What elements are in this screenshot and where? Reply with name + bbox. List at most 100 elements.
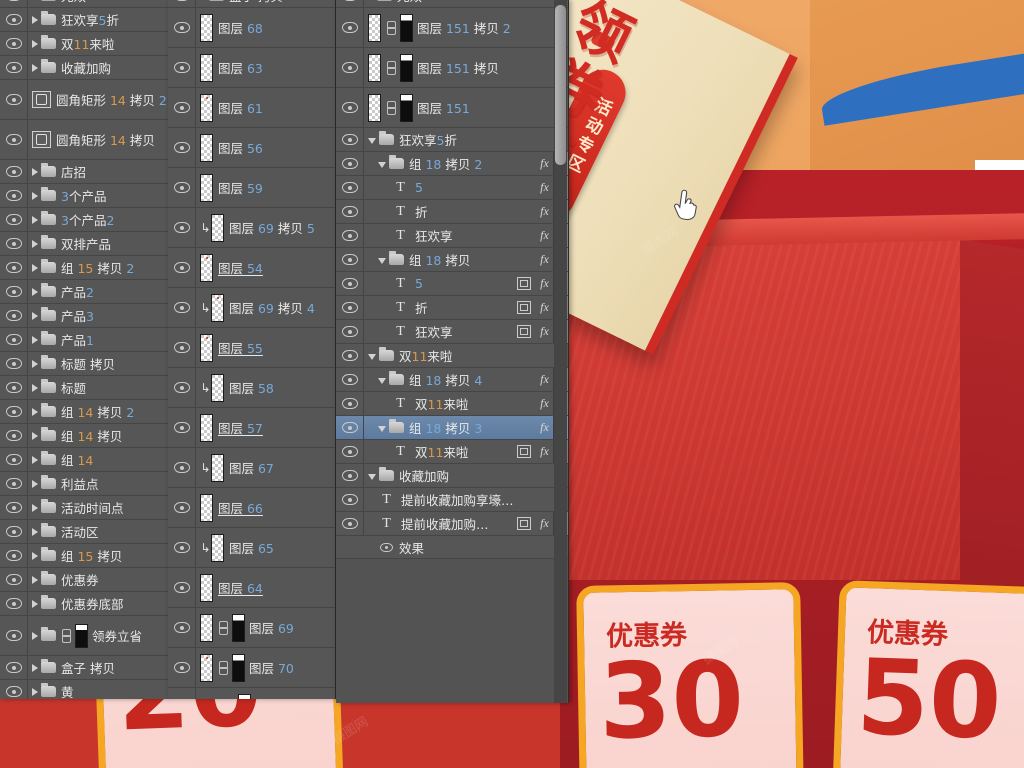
- layer-row[interactable]: 标题: [0, 376, 168, 400]
- visibility-icon[interactable]: [341, 22, 358, 33]
- visibility-icon[interactable]: [5, 502, 22, 513]
- disclosure-triangle-icon[interactable]: [32, 167, 38, 176]
- visibility-toggle[interactable]: [168, 48, 196, 87]
- visibility-icon[interactable]: [173, 662, 190, 673]
- visibility-icon[interactable]: [173, 22, 190, 33]
- visibility-icon[interactable]: [173, 102, 190, 113]
- visibility-toggle[interactable]: [168, 448, 196, 487]
- disclosure-triangle-icon[interactable]: [32, 239, 38, 248]
- layer-effects-area[interactable]: fx: [536, 152, 553, 175]
- layer-row[interactable]: ↳ 图层 65: [168, 528, 335, 568]
- layer-thumbnail[interactable]: [368, 13, 381, 42]
- visibility-toggle[interactable]: [336, 296, 364, 319]
- visibility-icon[interactable]: [5, 262, 22, 273]
- visibility-icon[interactable]: [5, 214, 22, 225]
- disclosure-triangle-icon[interactable]: [32, 503, 38, 512]
- visibility-icon[interactable]: [341, 254, 358, 265]
- visibility-toggle[interactable]: [0, 160, 28, 183]
- visibility-toggle[interactable]: [0, 448, 28, 471]
- layer-thumbnail[interactable]: [200, 613, 213, 642]
- visibility-toggle[interactable]: [0, 520, 28, 543]
- visibility-icon[interactable]: [5, 94, 22, 105]
- visibility-icon[interactable]: [341, 326, 358, 337]
- visibility-toggle[interactable]: [336, 416, 364, 439]
- layer-row[interactable]: 狂欢享5折: [0, 8, 168, 32]
- disclosure-triangle-icon[interactable]: [368, 473, 376, 480]
- disclosure-triangle-icon[interactable]: [32, 359, 38, 368]
- layer-effects-area[interactable]: fx: [517, 272, 553, 295]
- layer-thumbnail[interactable]: [200, 53, 213, 82]
- visibility-toggle[interactable]: [336, 176, 364, 199]
- disclosure-triangle-icon[interactable]: [32, 551, 38, 560]
- visibility-toggle[interactable]: [168, 528, 196, 567]
- visibility-toggle[interactable]: [0, 280, 28, 303]
- visibility-toggle[interactable]: [168, 608, 196, 647]
- layer-row[interactable]: 黄: [0, 680, 168, 699]
- disclosure-triangle-icon[interactable]: [32, 39, 38, 48]
- visibility-icon[interactable]: [173, 222, 190, 233]
- visibility-toggle[interactable]: [168, 488, 196, 527]
- visibility-toggle[interactable]: [168, 328, 196, 367]
- visibility-toggle[interactable]: [168, 408, 196, 447]
- visibility-toggle[interactable]: [0, 328, 28, 351]
- visibility-icon[interactable]: [173, 142, 190, 153]
- layer-thumbnail[interactable]: [211, 453, 224, 482]
- visibility-icon[interactable]: [173, 262, 190, 273]
- layer-row[interactable]: T 提前收藏加购享壕…: [336, 488, 568, 512]
- layer-row[interactable]: 图层 66: [168, 488, 335, 528]
- visibility-toggle[interactable]: [336, 488, 364, 511]
- visibility-icon[interactable]: [173, 382, 190, 393]
- layer-row[interactable]: 组 14 拷贝 2: [0, 400, 168, 424]
- layer-row[interactable]: 优惠券底部: [0, 592, 168, 616]
- layer-row[interactable]: 店招: [0, 160, 168, 184]
- layer-effects-area[interactable]: fx: [536, 176, 553, 199]
- layer-thumbnail[interactable]: [200, 13, 213, 42]
- disclosure-triangle-icon[interactable]: [32, 407, 38, 416]
- layer-row[interactable]: 图层 54: [168, 248, 335, 288]
- visibility-icon[interactable]: [5, 0, 22, 1]
- disclosure-triangle-icon[interactable]: [378, 377, 386, 384]
- layer-row[interactable]: 圆角矩形 14 拷贝 2: [0, 80, 168, 120]
- visibility-icon[interactable]: [173, 62, 190, 73]
- layer-row[interactable]: 图层 57: [168, 408, 335, 448]
- layer-row[interactable]: 效果: [336, 536, 568, 559]
- layer-effects-area[interactable]: fx: [536, 248, 553, 271]
- visibility-toggle[interactable]: [336, 88, 364, 127]
- layer-row[interactable]: T 提前收藏加购… fx: [336, 512, 568, 536]
- visibility-toggle[interactable]: [336, 344, 364, 367]
- visibility-icon[interactable]: [5, 430, 22, 441]
- shape-thumbnail[interactable]: [32, 131, 51, 148]
- visibility-toggle[interactable]: [0, 424, 28, 447]
- layer-row[interactable]: 优惠券: [0, 568, 168, 592]
- visibility-toggle[interactable]: [0, 120, 28, 159]
- visibility-icon[interactable]: [173, 462, 190, 473]
- disclosure-triangle-icon[interactable]: [32, 575, 38, 584]
- fx-icon[interactable]: fx: [536, 204, 553, 219]
- layer-thumbnail[interactable]: [211, 373, 224, 402]
- layer-row[interactable]: 双排产品: [0, 232, 168, 256]
- visibility-icon[interactable]: [341, 182, 358, 193]
- visibility-icon[interactable]: [5, 630, 22, 641]
- visibility-toggle[interactable]: [336, 272, 364, 295]
- disclosure-triangle-icon[interactable]: [368, 353, 376, 360]
- layer-thumbnail[interactable]: [200, 653, 213, 682]
- disclosure-triangle-icon[interactable]: [32, 687, 38, 696]
- layer-row[interactable]: 光效: [336, 0, 568, 8]
- visibility-toggle[interactable]: [0, 544, 28, 567]
- layer-row[interactable]: 图层 70: [168, 648, 335, 688]
- panel-scrollbar-thumb[interactable]: [555, 5, 566, 165]
- disclosure-triangle-icon[interactable]: [32, 631, 38, 640]
- layer-row[interactable]: T 折 fx: [336, 296, 568, 320]
- panel-scrollbar[interactable]: [554, 0, 567, 703]
- disclosure-triangle-icon[interactable]: [378, 257, 386, 264]
- layer-row[interactable]: 组 18 拷贝 3 fx: [336, 416, 568, 440]
- layer-row[interactable]: 组 14: [0, 448, 168, 472]
- visibility-toggle[interactable]: [0, 32, 28, 55]
- layer-row[interactable]: T 5 fx: [336, 272, 568, 296]
- layer-row[interactable]: 盒子 拷贝: [168, 0, 335, 8]
- visibility-icon[interactable]: [341, 134, 358, 145]
- disclosure-triangle-icon[interactable]: [32, 15, 38, 24]
- layer-thumbnail[interactable]: [211, 293, 224, 322]
- layer-row[interactable]: 图层 61: [168, 88, 335, 128]
- layer-row[interactable]: 活动时间点: [0, 496, 168, 520]
